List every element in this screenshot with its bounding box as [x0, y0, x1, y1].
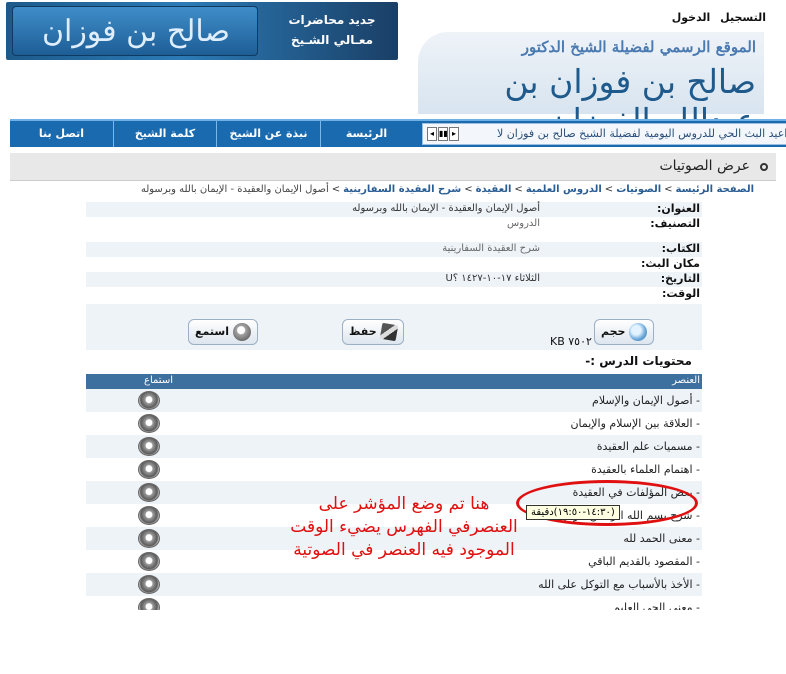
table-row: - معنى الحي العليم: [86, 596, 702, 610]
ticker-text[interactable]: كم مواعيد البث الحي للدروس اليومية لفضيل…: [497, 127, 786, 140]
content-item-link[interactable]: - معنى الحمد لله: [623, 532, 700, 545]
listen-speaker-icon[interactable]: [138, 391, 160, 410]
listen-speaker-icon[interactable]: [138, 414, 160, 433]
site-header: صالح بن فوزان الفوزان جديد محاضرات معـال…: [0, 0, 786, 140]
listen-label: استمع: [195, 325, 229, 338]
listen-speaker-icon[interactable]: [138, 460, 160, 479]
new-lectures-label[interactable]: جديد محاضرات معـالي الشـيخ: [272, 10, 392, 50]
save-button[interactable]: حفظ: [342, 319, 404, 345]
table-row: - العلاقة بين الإسلام والإيمان: [86, 412, 702, 435]
detail-value: شرح العقيدة السفارينية: [442, 243, 540, 254]
breadcrumb-separator: >: [514, 184, 523, 195]
listen-button[interactable]: استمع: [188, 319, 258, 345]
circle-bullet-icon: [760, 163, 768, 171]
nav-item-contact[interactable]: اتصل بنا: [10, 121, 113, 147]
table-row: - أصول الإيمان والإسلام: [86, 389, 702, 412]
ticker-next-icon[interactable]: ▸: [449, 127, 459, 141]
detail-label: مكان البث:: [641, 257, 700, 270]
content-item-link[interactable]: - الأخذ بالأسباب مع التوكل على الله: [538, 578, 700, 591]
ticker-pause-icon[interactable]: ▮▮: [438, 127, 448, 141]
table-header: العنصر استماع: [86, 374, 702, 389]
page-title: عرض الصوتيات: [659, 158, 750, 174]
detail-row-title: العنوان: أصول الإيمان والعقيدة - الإيمان…: [86, 202, 702, 217]
register-link[interactable]: التسجيل: [720, 11, 766, 24]
listen-speaker-icon[interactable]: [138, 483, 160, 502]
file-size: ٧٥٠٢ KB: [550, 335, 592, 348]
site-title-area: الموقع الرسمي لفضيلة الشيخ الدكتور صالح …: [418, 32, 764, 140]
breadcrumb-separator: >: [331, 184, 341, 195]
save-icon: [379, 322, 398, 342]
breadcrumb-aqeedah[interactable]: العقيدة: [476, 184, 512, 195]
save-label: حفظ: [349, 325, 377, 338]
table-row: - مسميات علم العقيدة: [86, 435, 702, 458]
banner-logo-text: صالح بن فوزان الفوزان: [41, 14, 231, 49]
size-label: حجم: [601, 325, 626, 338]
column-header-item: العنصر: [672, 375, 700, 386]
breadcrumb: الصفحة الرئيسة>الصوتيات>الدروس العلمية>ا…: [141, 184, 754, 195]
login-link[interactable]: الدخول: [672, 11, 711, 24]
size-icon: [629, 323, 648, 341]
time-tooltip: (١٤:٣٠-١٩:٥٠)دقيقة: [526, 505, 620, 520]
listen-speaker-icon[interactable]: [138, 552, 160, 571]
ticker-prev-icon[interactable]: ◂: [427, 127, 437, 141]
detail-row-time: الوقت:: [86, 287, 702, 302]
breadcrumb-home[interactable]: الصفحة الرئيسة: [676, 184, 754, 195]
breadcrumb-separator: >: [604, 184, 614, 195]
news-ticker[interactable]: كم مواعيد البث الحي للدروس اليومية لفضيل…: [422, 123, 786, 145]
listen-speaker-icon[interactable]: [138, 575, 160, 594]
detail-value: الثلاثاء ١٧-١٠-١٤٢٧ ؟U: [445, 273, 540, 284]
detail-label: الوقت:: [661, 287, 700, 300]
audio-actions: حجم ٧٥٠٢ KB حفظ استمع: [86, 304, 702, 350]
detail-label: الكتاب:: [661, 242, 700, 255]
content-item-link[interactable]: - مسميات علم العقيدة: [597, 440, 700, 453]
speaker-icon: [232, 323, 251, 341]
detail-row-category: التصنيف: الدروس: [86, 217, 702, 232]
detail-row-place: مكان البث:: [86, 257, 702, 272]
listen-speaker-icon[interactable]: [138, 598, 160, 610]
table-row: - الأخذ بالأسباب مع التوكل على الله: [86, 573, 702, 596]
column-header-listen: استماع: [144, 375, 173, 386]
main-nav: الرئيسة نبذة عن الشيخ كلمة الشيخ اتصل بن…: [10, 119, 786, 147]
content-area: عرض الصوتيات الصفحة الرئيسة>الصوتيات>الد…: [10, 153, 776, 674]
detail-row-date: التاريخ: الثلاثاء ١٧-١٠-١٤٢٧ ؟U: [86, 272, 702, 287]
detail-label: التصنيف:: [650, 217, 700, 230]
detail-row-book: الكتاب: شرح العقيدة السفارينية: [86, 242, 702, 257]
table-row: - اهتمام العلماء بالعقيدة: [86, 458, 702, 481]
nav-item-about-sheikh[interactable]: نبذة عن الشيخ: [216, 121, 320, 147]
detail-label: العنوان:: [656, 202, 700, 215]
listen-speaker-icon[interactable]: [138, 506, 160, 525]
ticker-controls: ◂ ▮▮ ▸: [427, 127, 459, 141]
banner-news-line2: معـالي الشـيخ: [290, 33, 374, 47]
detail-value: أصول الإيمان والعقيدة - الإيمان بالله وب…: [352, 203, 540, 214]
annotation-text: هنا تم وضع المؤشر على العنصرفي الفهرس يض…: [290, 494, 518, 560]
lesson-details: العنوان: أصول الإيمان والعقيدة - الإيمان…: [86, 202, 702, 302]
detail-value: الدروس: [507, 218, 540, 229]
lectures-banner[interactable]: صالح بن فوزان الفوزان جديد محاضرات معـال…: [6, 2, 398, 60]
site-subtitle: الموقع الرسمي لفضيلة الشيخ الدكتور: [521, 38, 756, 56]
banner-logo: صالح بن فوزان الفوزان: [12, 6, 258, 56]
breadcrumb-audio[interactable]: الصوتيات: [616, 184, 661, 195]
breadcrumb-lessons[interactable]: الدروس العلمية: [526, 184, 602, 195]
banner-news-line1: جديد محاضرات: [288, 13, 376, 27]
breadcrumb-separator: >: [464, 184, 473, 195]
lesson-contents-title: محتويات الدرس :-: [585, 354, 692, 368]
page-header: عرض الصوتيات: [10, 153, 776, 181]
content-item-link[interactable]: - اهتمام العلماء بالعقيدة: [591, 463, 700, 476]
nav-item-home[interactable]: الرئيسة: [320, 121, 412, 147]
content-item-link[interactable]: - العلاقة بين الإسلام والإيمان: [570, 417, 700, 430]
breadcrumb-book[interactable]: شرح العقيدة السفارينية: [343, 184, 461, 195]
breadcrumb-separator: >: [664, 184, 673, 195]
content-item-link[interactable]: - معنى الحي العليم: [613, 601, 700, 610]
listen-speaker-icon[interactable]: [138, 529, 160, 548]
content-item-link[interactable]: - المقصود بالقديم الباقي: [588, 555, 700, 568]
nav-item-sheikh-word[interactable]: كلمة الشيخ: [113, 121, 216, 147]
detail-label: التاريخ:: [660, 272, 700, 285]
breadcrumb-current: أصول الإيمان والعقيدة - الإيمان بالله وب…: [140, 184, 329, 195]
content-item-link[interactable]: - أصول الإيمان والإسلام: [592, 394, 700, 407]
listen-speaker-icon[interactable]: [138, 437, 160, 456]
user-links: التسجيل الدخول: [666, 11, 766, 24]
size-button[interactable]: حجم: [594, 319, 655, 345]
